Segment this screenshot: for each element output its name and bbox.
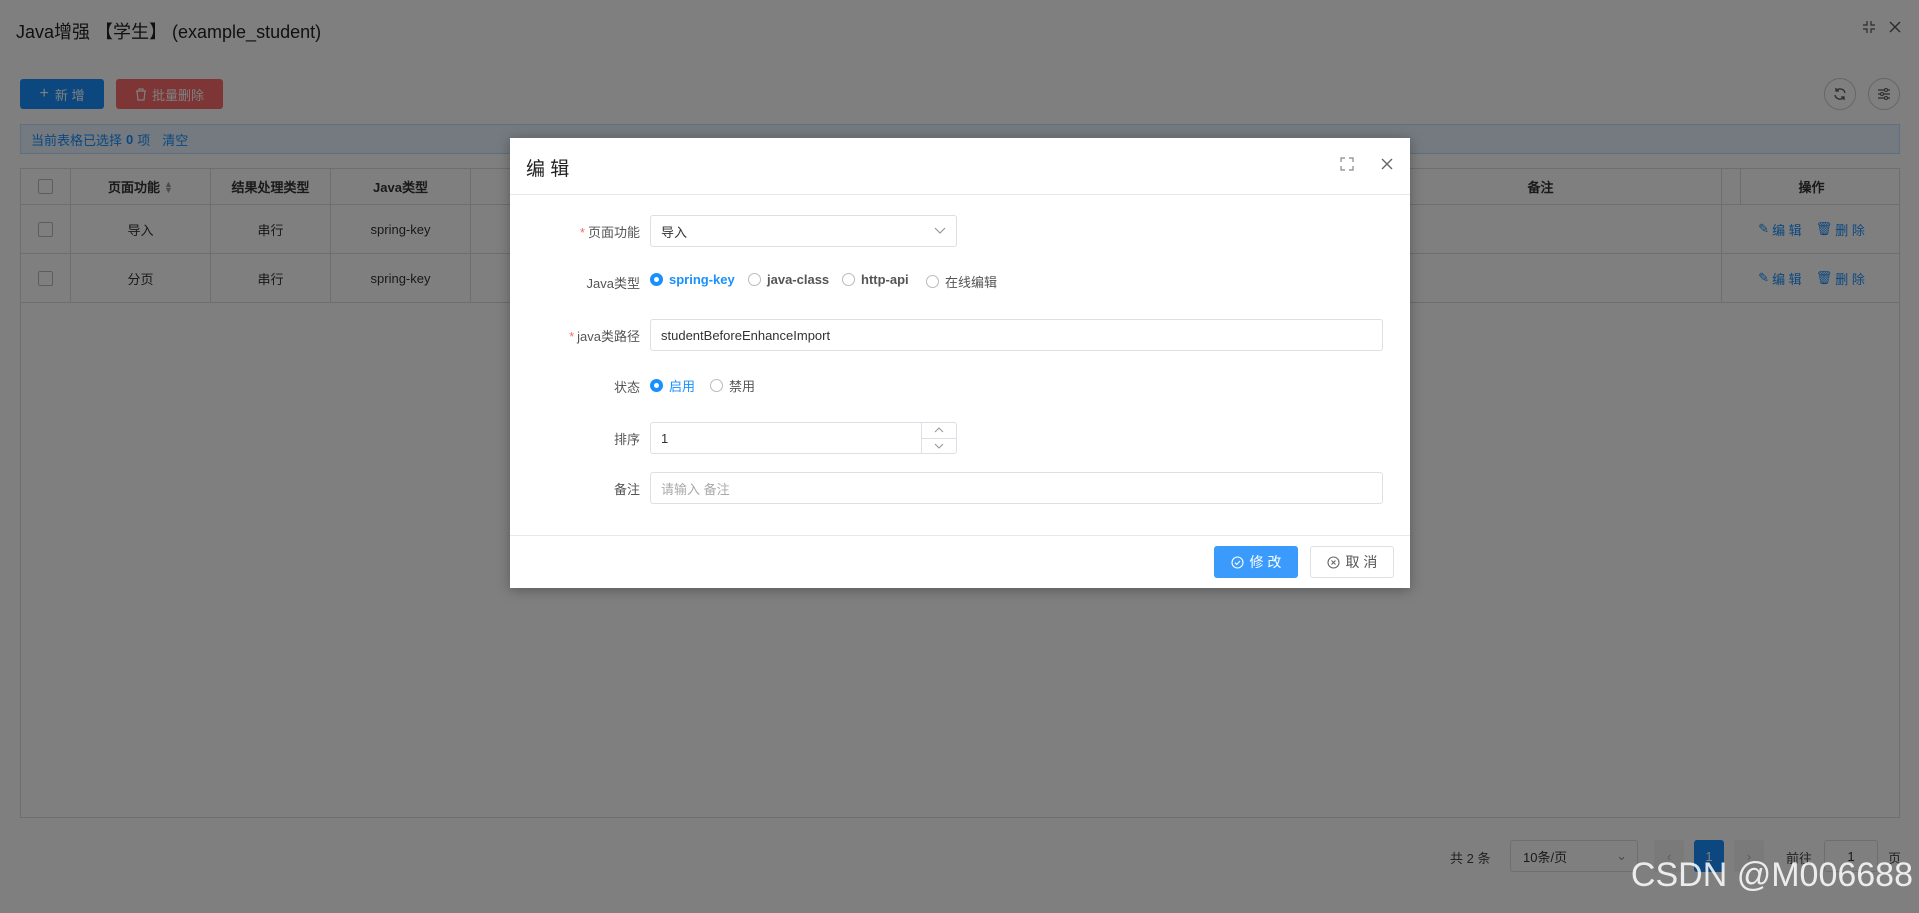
radio-checked-icon (650, 273, 663, 286)
submit-button[interactable]: 修 改 (1214, 546, 1298, 578)
dialog-footer-divider (510, 535, 1410, 536)
java-type-radio-online-edit[interactable]: 在线编辑 (926, 272, 997, 291)
edit-dialog: 编 辑 * 页面功能 导入 Java类型 spring-key java-clas… (510, 138, 1410, 588)
status-label: 状态 (613, 380, 640, 395)
java-type-label: Java类型 (586, 276, 640, 291)
radio-icon (842, 273, 855, 286)
required-marker: * (579, 225, 585, 240)
java-type-radio-spring-key[interactable]: spring-key (650, 272, 735, 287)
dialog-title: 编 辑 (526, 159, 570, 180)
java-type-radio-java-class[interactable]: java-class (748, 272, 829, 287)
close-circle-icon (1326, 555, 1340, 569)
sort-label: 排序 (613, 432, 640, 447)
radio-icon (748, 273, 761, 286)
remark-label: 备注 (613, 482, 640, 497)
watermark: CSDN @M006688 (1630, 856, 1913, 894)
maximize-icon[interactable] (1340, 157, 1354, 171)
chevron-down-icon (934, 443, 944, 449)
function-label: * 页面功能 (579, 225, 640, 240)
chevron-down-icon (934, 227, 946, 235)
java-type-radio-http-api[interactable]: http-api (842, 272, 909, 287)
decrement-button[interactable] (922, 439, 956, 454)
status-radio-disabled[interactable]: 禁用 (710, 376, 755, 395)
cancel-button[interactable]: 取 消 (1310, 546, 1394, 578)
radio-icon (926, 275, 939, 288)
close-icon[interactable] (1380, 157, 1394, 171)
increment-button[interactable] (922, 423, 956, 439)
java-path-label: * java类路径 (569, 329, 640, 344)
java-path-input[interactable]: studentBeforeEnhanceImport (650, 319, 1383, 351)
function-select[interactable]: 导入 (650, 215, 957, 247)
remark-input[interactable]: 请输入 备注 (650, 472, 1383, 504)
dialog-header-divider (510, 194, 1410, 195)
radio-icon (710, 379, 723, 392)
radio-checked-icon (650, 379, 663, 392)
check-circle-icon (1230, 555, 1244, 569)
required-marker: * (569, 329, 575, 344)
sort-number-input[interactable]: 1 (650, 422, 957, 454)
chevron-up-icon (934, 427, 944, 433)
status-radio-enabled[interactable]: 启用 (650, 376, 695, 395)
